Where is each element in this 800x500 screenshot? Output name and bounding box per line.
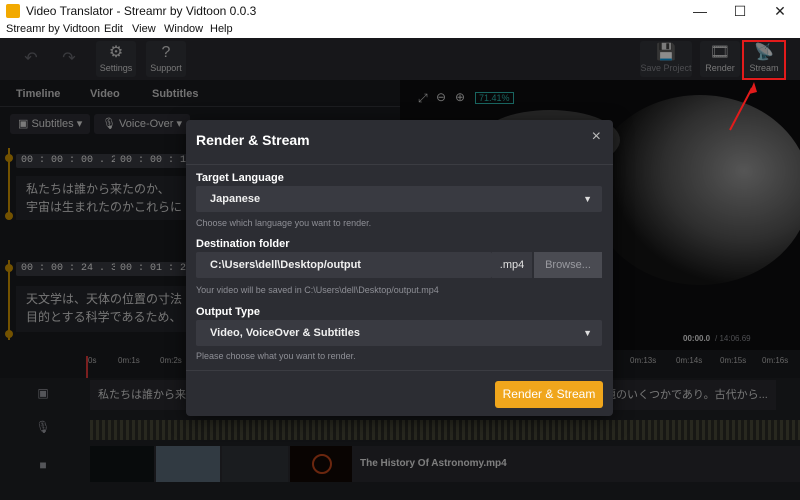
destination-path-value: C:\Users\dell\Desktop/output	[210, 259, 361, 271]
target-language-label: Target Language	[196, 172, 284, 184]
render-stream-dialog: Render & Stream × Target Language Japane…	[186, 120, 613, 416]
target-language-value: Japanese	[210, 193, 261, 205]
destination-folder-input[interactable]: C:\Users\dell\Desktop/output	[196, 252, 492, 278]
destination-extension: .mp4	[492, 252, 532, 278]
target-language-hint: Choose which language you want to render…	[196, 218, 372, 228]
destination-folder-label: Destination folder	[196, 238, 290, 250]
output-type-select[interactable]: Video, VoiceOver & Subtitles ▼	[196, 320, 602, 346]
dialog-close-icon[interactable]: ×	[592, 128, 601, 146]
dialog-footer-divider	[186, 370, 613, 371]
browse-button[interactable]: Browse...	[534, 252, 602, 278]
render-stream-button[interactable]: Render & Stream	[495, 381, 603, 408]
output-type-label: Output Type	[196, 306, 260, 318]
output-type-hint: Please choose what you want to render.	[196, 351, 356, 361]
chevron-down-icon: ▼	[583, 194, 592, 204]
target-language-select[interactable]: Japanese ▼	[196, 186, 602, 212]
dialog-divider	[186, 164, 613, 165]
destination-hint: Your video will be saved in C:\Users\del…	[196, 285, 439, 295]
chevron-down-icon: ▼	[583, 328, 592, 338]
dialog-title: Render & Stream	[196, 132, 310, 148]
output-type-value: Video, VoiceOver & Subtitles	[210, 327, 360, 339]
